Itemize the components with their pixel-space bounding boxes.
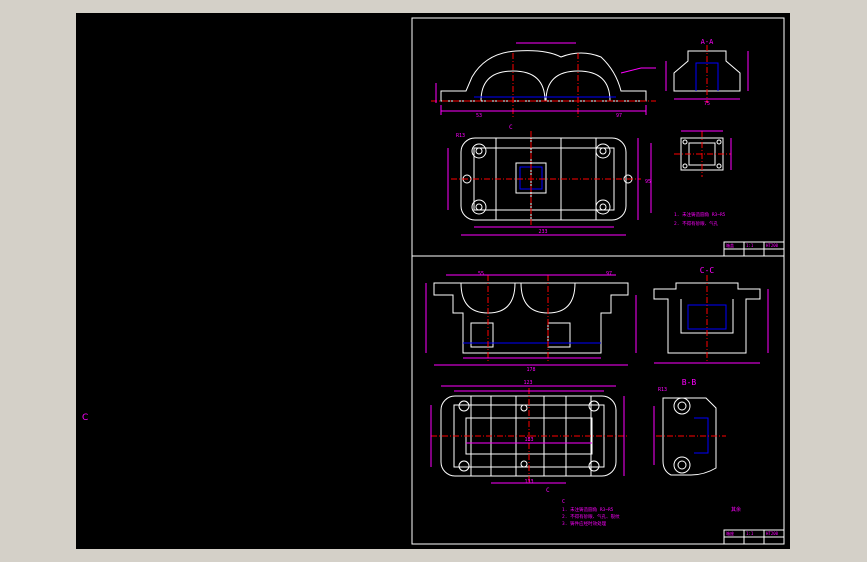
top-front-view xyxy=(431,42,656,117)
bottom-note-2: 2. 不得有砂眼、气孔、裂纹 xyxy=(562,513,620,520)
top-detail-view xyxy=(674,130,732,177)
top-title-scale: 1:1 xyxy=(746,243,754,248)
top-note-1: 1. 未注铸造圆角 R3~R5 xyxy=(674,211,726,218)
top-side-section xyxy=(665,45,749,103)
bottom-dim-length: 178 xyxy=(526,367,535,373)
top-plan-view xyxy=(447,131,652,236)
top-dim-half: 75 xyxy=(704,101,710,107)
bottom-view-label: C xyxy=(546,487,550,494)
bottom-dim-inner: 183 xyxy=(524,437,533,443)
top-dim-width-b: 53 xyxy=(476,113,482,119)
bottom-dim-right: 97 xyxy=(606,271,612,277)
top-dim-height: 95 xyxy=(645,179,651,185)
bottom-title-name: 箱座 xyxy=(726,530,734,536)
bottom-section-cc xyxy=(653,275,769,364)
side-marker: C xyxy=(82,413,89,423)
top-title-material: HT200 xyxy=(766,243,779,248)
bottom-section-bb xyxy=(653,397,726,476)
bottom-section-bb-label: B-B xyxy=(682,378,697,387)
bottom-title-material: HT200 xyxy=(766,531,779,536)
bottom-note-1: 1. 未注铸造圆角 R3~R5 xyxy=(562,506,614,513)
top-note-2: 2. 不得有砂眼、气孔 xyxy=(674,220,719,227)
bottom-front-view xyxy=(425,274,637,366)
bottom-roughness: 其余 xyxy=(731,506,741,513)
bottom-dim-base: 133 xyxy=(524,479,533,485)
top-dim-length: 233 xyxy=(538,229,547,235)
cad-canvas[interactable]: A-A C 233 95 R13 97 53 75 1. 未注铸造圆角 R3~R… xyxy=(76,13,790,549)
top-dim-radius: R13 xyxy=(456,133,465,139)
bottom-notes-heading: C xyxy=(562,499,565,505)
bottom-title-scale: 1:1 xyxy=(746,531,754,536)
bottom-dim-width: 123 xyxy=(523,380,532,386)
bottom-dim-height: 55 xyxy=(478,271,484,277)
bottom-section-cc-label: C-C xyxy=(700,266,715,275)
top-view-label: C xyxy=(509,124,513,131)
cad-drawing: A-A C 233 95 R13 97 53 75 1. 未注铸造圆角 R3~R… xyxy=(411,17,785,545)
top-dim-width-a: 97 xyxy=(616,113,622,119)
bottom-plan-view xyxy=(430,385,628,484)
top-section-label: A-A xyxy=(701,38,714,46)
top-title-name: 箱盖 xyxy=(726,242,734,248)
bottom-dim-radius: R13 xyxy=(658,387,667,393)
bottom-note-3: 3. 铸件应经时效处理 xyxy=(562,520,607,527)
